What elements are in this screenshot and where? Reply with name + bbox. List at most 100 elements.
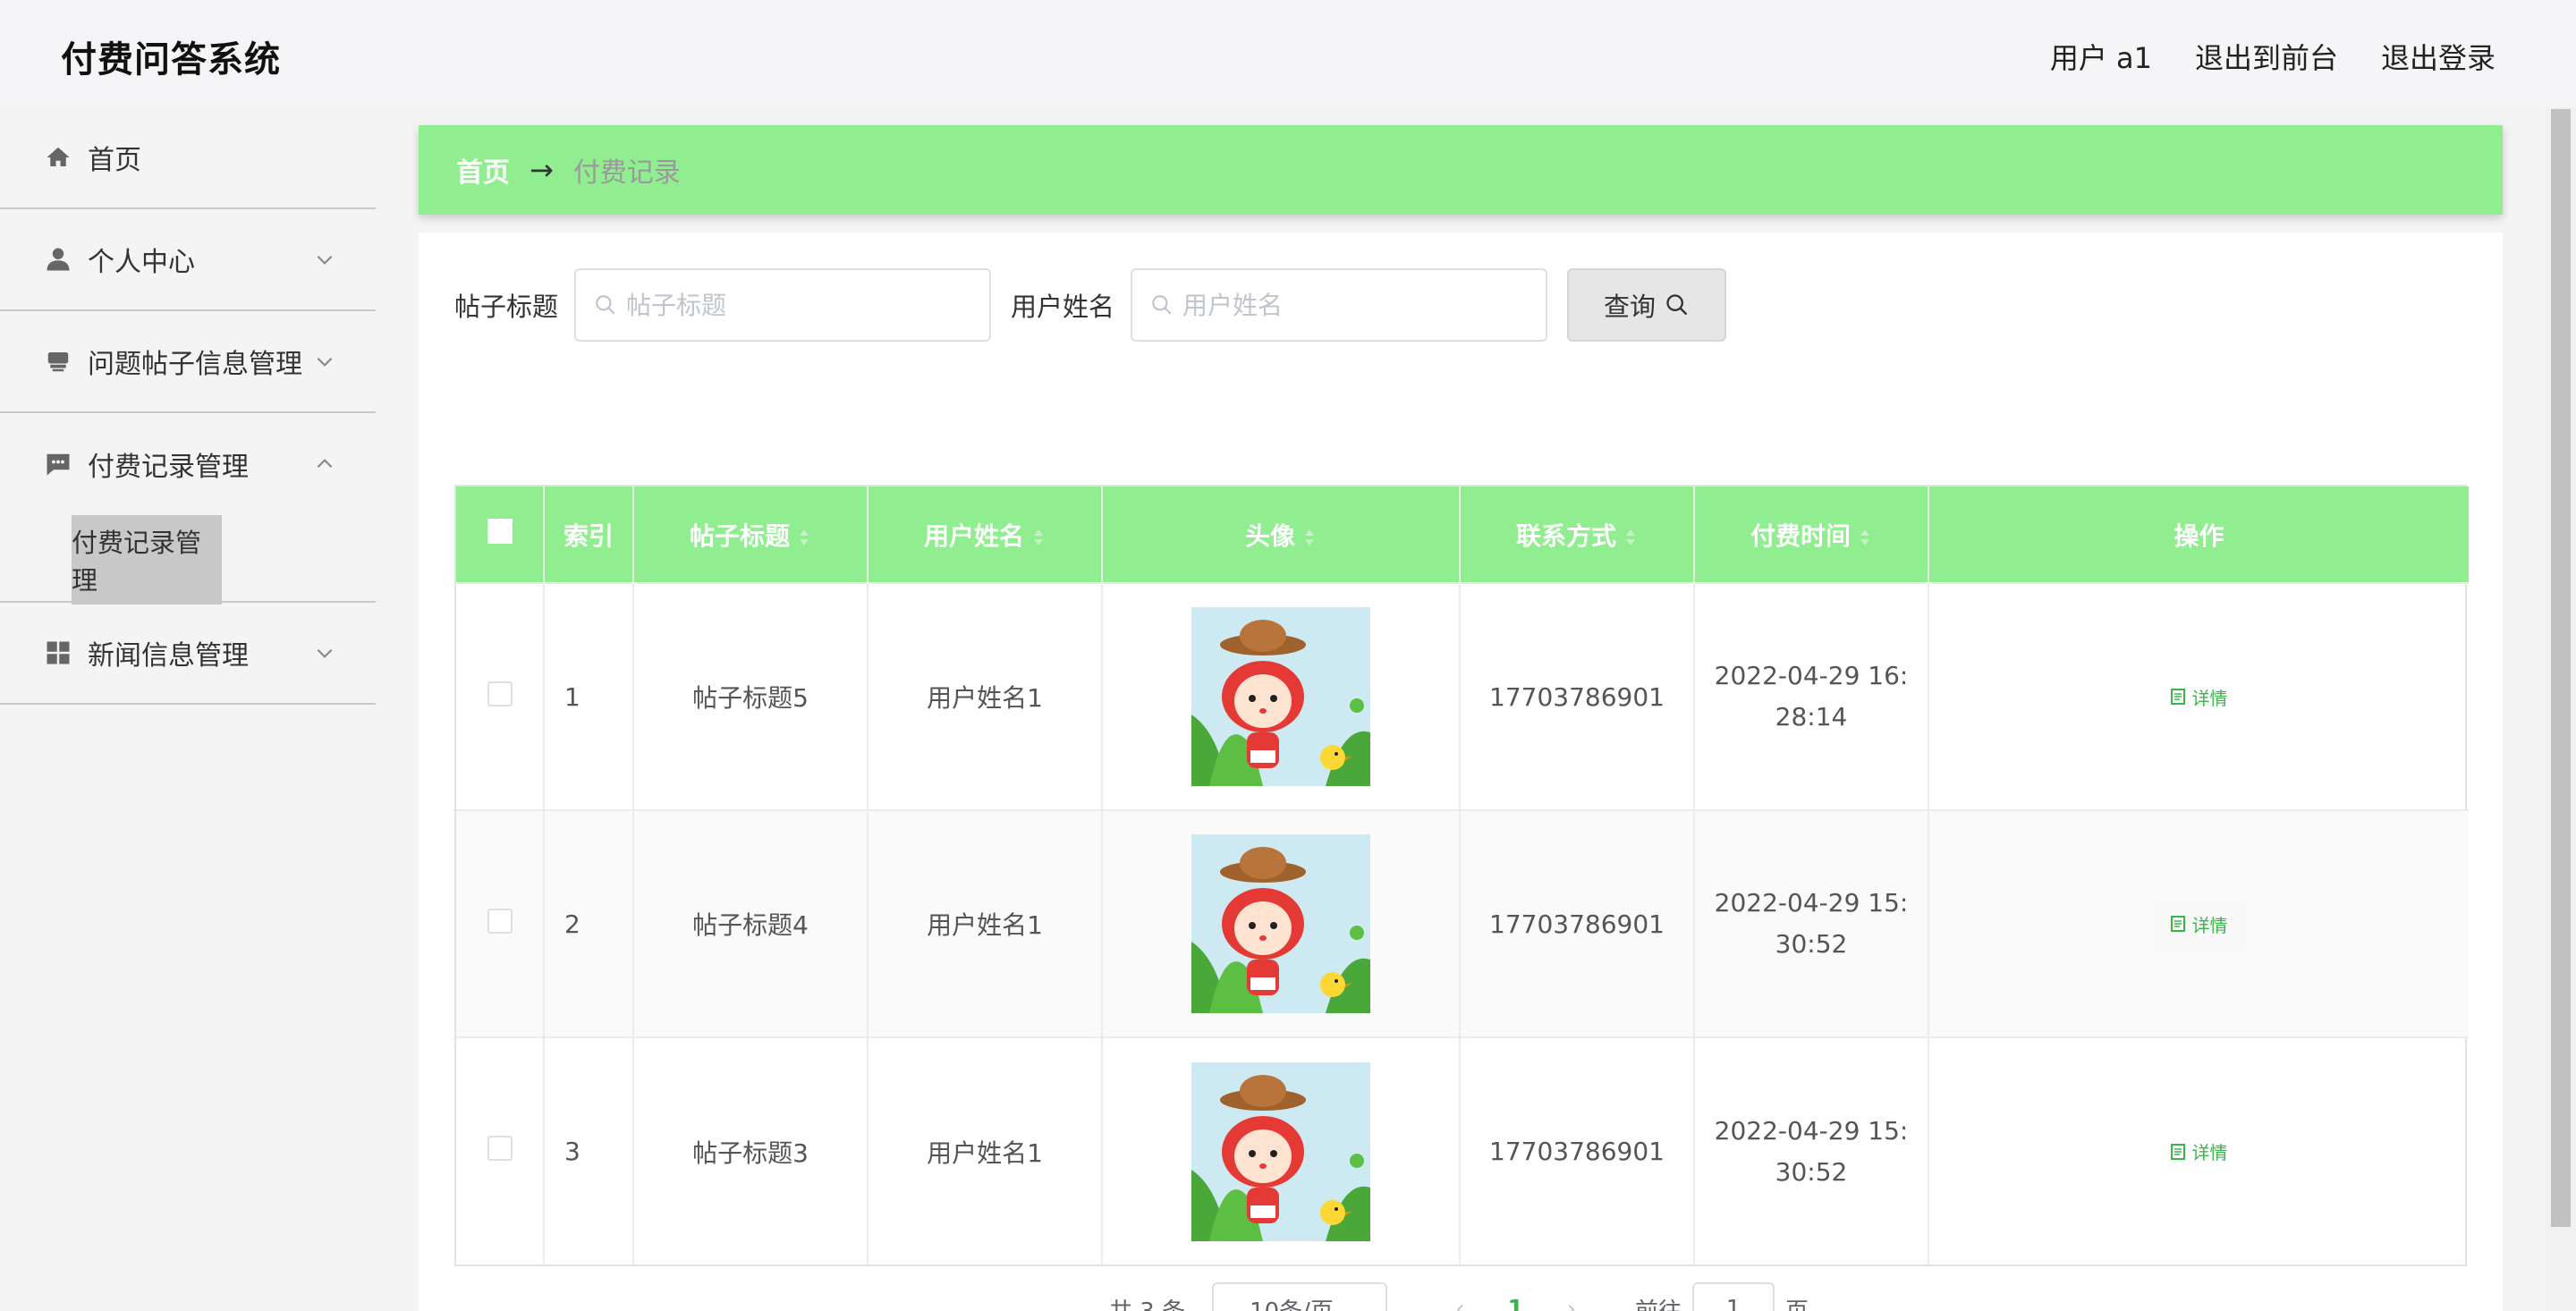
sort-icon[interactable] <box>1623 527 1638 548</box>
document-icon <box>2170 1143 2185 1160</box>
table-row: 1 帖子标题5 用户姓名1 17703786901 2022-04-29 16:… <box>456 582 2469 810</box>
sort-icon[interactable] <box>797 527 811 548</box>
query-button-label: 查询 <box>1604 292 1657 322</box>
sort-icon[interactable] <box>1302 527 1317 548</box>
sort-icon[interactable] <box>1858 527 1872 548</box>
breadcrumb-arrow-icon: → <box>530 153 554 187</box>
row-username: 用户姓名1 <box>868 1036 1103 1264</box>
row-pay-time: 2022-04-29 15:30:52 <box>1694 1036 1929 1264</box>
row-post-title: 帖子标题5 <box>633 582 869 810</box>
row-index: 3 <box>544 1036 634 1264</box>
sidebar-item-label: 新闻信息管理 <box>88 640 249 672</box>
sidebar-item-payment-records[interactable]: 付费记录管理 <box>0 413 376 515</box>
row-username: 用户姓名1 <box>868 582 1103 810</box>
header-contact[interactable]: 联系方式 <box>1460 486 1695 583</box>
username-search-field <box>1131 268 1548 342</box>
row-index: 2 <box>544 809 634 1037</box>
current-user-label: 用户 a1 <box>2049 41 2152 75</box>
chevron-down-icon <box>317 648 333 658</box>
row-avatar <box>1102 1036 1461 1264</box>
breadcrumb-home[interactable]: 首页 <box>456 150 510 190</box>
row-checkbox[interactable] <box>487 681 513 706</box>
logout-link[interactable]: 退出登录 <box>2381 36 2496 77</box>
username-search-label: 用户姓名 <box>1011 292 1115 322</box>
row-contact: 17703786901 <box>1460 582 1695 810</box>
exit-to-front-link[interactable]: 退出到前台 <box>2195 36 2338 77</box>
title-search-input[interactable] <box>626 290 967 320</box>
row-index: 1 <box>544 582 634 810</box>
sidebar-item-question-posts[interactable]: 问题帖子信息管理 <box>0 311 376 413</box>
sidebar-item-label: 付费记录管理 <box>88 452 249 483</box>
table-row: 2 帖子标题4 用户姓名1 17703786901 2022-04-29 15:… <box>456 809 2469 1037</box>
page-size-select[interactable]: 10条/页 <box>1212 1282 1388 1311</box>
detail-button[interactable]: 详情 <box>2149 668 2250 726</box>
sidebar-item-label: 个人中心 <box>88 247 195 278</box>
user-icon <box>45 246 72 273</box>
row-checkbox[interactable] <box>487 908 513 934</box>
header-username[interactable]: 用户姓名 <box>868 486 1103 583</box>
page-unit-label: 页 <box>1785 1293 1809 1311</box>
breadcrumb: 首页 → 付费记录 <box>419 125 2503 215</box>
header-index: 索引 <box>544 486 634 583</box>
detail-button[interactable]: 详情 <box>2149 1122 2250 1180</box>
chevron-up-icon <box>317 459 333 469</box>
select-all-checkbox[interactable] <box>487 519 513 544</box>
avatar-image <box>1191 607 1370 786</box>
records-table: 索引 帖子标题 用户姓名 头像 联系方式 付费时间 操作 1 帖子标题5 用户姓… <box>454 485 2469 1266</box>
pagination: 共 3 条 10条/页 ‹ 1 › 前往 1 页 <box>376 1272 2540 1311</box>
content-panel: 帖子标题 用户姓名 查询 <box>419 233 2503 1311</box>
table-header-row: 索引 帖子标题 用户姓名 头像 联系方式 付费时间 操作 <box>456 486 2469 583</box>
chevron-down-icon <box>317 255 333 265</box>
sidebar-item-label: 首页 <box>88 145 141 176</box>
home-icon <box>45 144 72 171</box>
search-icon <box>1666 294 1688 316</box>
app-title: 付费问答系统 <box>61 39 281 80</box>
main-content: 首页 → 付费记录 帖子标题 用户姓名 查询 <box>376 107 2540 1311</box>
search-form: 帖子标题 用户姓名 查询 <box>454 268 1727 342</box>
row-checkbox[interactable] <box>487 1136 513 1161</box>
submenu-item-payment-records[interactable]: 付费记录管理 <box>72 515 222 605</box>
query-button[interactable]: 查询 <box>1567 268 1727 342</box>
search-icon <box>596 295 615 315</box>
header-post-title[interactable]: 帖子标题 <box>633 486 869 583</box>
page-number-1[interactable]: 1 <box>1507 1296 1523 1311</box>
sidebar: 首页 个人中心 问题帖子信息管理 付费记录管理 付费记录管理 新闻信息管理 <box>0 107 376 1311</box>
search-icon <box>1152 295 1172 315</box>
chat-icon <box>45 451 72 478</box>
avatar-image <box>1191 1061 1370 1241</box>
row-avatar <box>1102 582 1461 810</box>
title-search-label: 帖子标题 <box>454 292 559 322</box>
row-username: 用户姓名1 <box>868 809 1103 1037</box>
document-icon <box>2170 689 2185 705</box>
top-bar: 付费问答系统 用户 a1 退出到前台 退出登录 <box>0 0 2576 107</box>
vertical-scrollbar[interactable] <box>2546 107 2576 1311</box>
username-search-input[interactable] <box>1182 290 1523 320</box>
header-avatar[interactable]: 头像 <box>1102 486 1461 583</box>
prev-page-button[interactable]: ‹ <box>1455 1296 1464 1311</box>
row-contact: 17703786901 <box>1460 809 1695 1037</box>
table-row: 3 帖子标题3 用户姓名1 17703786901 2022-04-29 15:… <box>456 1036 2469 1264</box>
sidebar-item-home[interactable]: 首页 <box>0 107 376 209</box>
row-pay-time: 2022-04-29 16:28:14 <box>1694 582 1929 810</box>
document-icon <box>2170 916 2185 932</box>
sort-icon[interactable] <box>1031 527 1046 548</box>
sidebar-item-label: 问题帖子信息管理 <box>88 349 302 380</box>
next-page-button[interactable]: › <box>1567 1296 1576 1311</box>
header-pay-time[interactable]: 付费时间 <box>1694 486 1929 583</box>
sidebar-item-news[interactable]: 新闻信息管理 <box>0 603 376 705</box>
avatar-image <box>1191 834 1370 1013</box>
row-actions: 详情 <box>1928 809 2469 1037</box>
select-all-header[interactable] <box>456 486 545 583</box>
scrollbar-thumb[interactable] <box>2551 109 2571 1227</box>
sidebar-item-personal-center[interactable]: 个人中心 <box>0 209 376 311</box>
goto-page-input[interactable]: 1 <box>1692 1282 1775 1311</box>
row-actions: 详情 <box>1928 1036 2469 1264</box>
grid-icon <box>45 639 72 666</box>
chevron-down-icon <box>317 357 333 367</box>
row-contact: 17703786901 <box>1460 1036 1695 1264</box>
folder-icon <box>45 348 72 375</box>
detail-button[interactable]: 详情 <box>2148 894 2250 953</box>
row-post-title: 帖子标题3 <box>633 1036 869 1264</box>
row-post-title: 帖子标题4 <box>633 809 869 1037</box>
top-links: 用户 a1 退出到前台 退出登录 <box>2050 36 2496 77</box>
